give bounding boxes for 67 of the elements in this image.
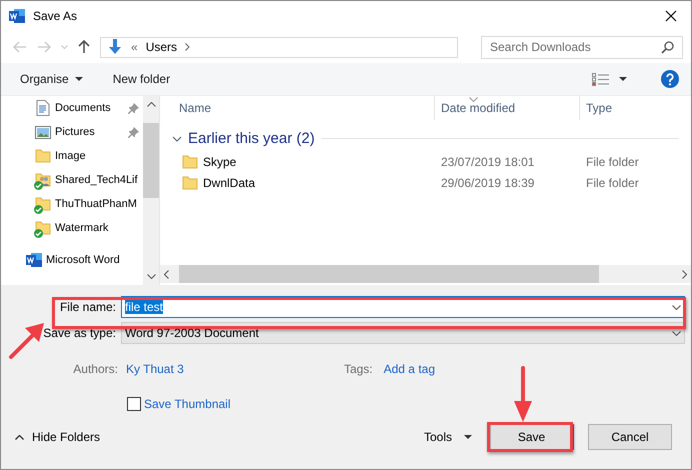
scrollbar-thumb[interactable] — [179, 265, 599, 283]
file-name-label: File name: — [58, 300, 117, 314]
authors-label: Authors: — [72, 362, 119, 376]
address-bar[interactable]: « Users — [100, 36, 458, 58]
up-arrow-icon[interactable] — [78, 40, 90, 54]
new-folder-button[interactable]: New folder — [108, 69, 176, 90]
window-title: Save As — [33, 9, 78, 24]
chevron-up-icon — [15, 434, 24, 440]
chevron-right-icon[interactable] — [682, 270, 687, 278]
chevron-down-icon[interactable] — [172, 134, 182, 144]
view-options-icon[interactable] — [592, 72, 609, 86]
date-modified: 29/06/2019 18:39 — [440, 176, 536, 190]
folder-icon — [182, 154, 198, 169]
chevron-right-icon[interactable] — [185, 43, 190, 52]
sidebar-item[interactable]: Microsoft Word — [1, 248, 143, 272]
file-type: File folder — [585, 176, 640, 190]
caret-icon[interactable] — [619, 77, 627, 82]
caret-icon — [74, 77, 83, 82]
cancel-button[interactable]: Cancel — [588, 424, 672, 450]
annotation-arrow — [513, 365, 533, 423]
hide-folders-button[interactable]: Hide Folders — [1, 430, 100, 444]
search-icon — [661, 40, 674, 54]
sidebar-item[interactable]: ThuThuatPhanM — [1, 192, 143, 216]
tags-label: Tags: — [344, 362, 373, 376]
chevron-down-icon[interactable] — [672, 330, 681, 336]
pin-icon[interactable] — [128, 126, 139, 138]
organise-button[interactable]: Organise — [15, 69, 88, 90]
download-arrow-icon — [107, 39, 123, 56]
sidebar-item[interactable]: Documents — [1, 96, 143, 120]
app-icon — [9, 8, 25, 24]
column-header[interactable]: Name — [179, 101, 212, 116]
sidebar-item[interactable]: Watermark — [1, 216, 143, 240]
column-header[interactable]: Type — [586, 101, 612, 116]
column-header[interactable]: Date modified — [441, 101, 516, 116]
chevron-up-icon[interactable] — [146, 102, 156, 108]
search-field[interactable]: Search Downloads — [481, 36, 683, 59]
vertical-scrollbar[interactable] — [143, 96, 159, 285]
file-name[interactable]: Skype — [203, 154, 236, 169]
caret-icon — [464, 435, 472, 439]
chevron-down-icon[interactable] — [146, 274, 156, 279]
document-icon — [36, 100, 50, 116]
breadcrumb-item[interactable]: Users — [146, 40, 178, 54]
breadcrumb-overflow[interactable]: « — [131, 40, 138, 54]
scrollbar-thumb[interactable] — [143, 123, 159, 198]
sidebar-item[interactable]: Pictures — [1, 120, 143, 144]
save-as-type-label: Save as type: — [42, 326, 117, 340]
sidebar-item[interactable]: Shared_Tech4Lif — [1, 168, 143, 192]
pin-icon[interactable] — [128, 102, 139, 114]
tools-button[interactable]: Tools — [420, 430, 476, 444]
chevron-left-icon[interactable] — [164, 270, 169, 278]
save-thumbnail-label[interactable]: Save Thumbnail — [144, 397, 230, 411]
chevron-down-icon[interactable] — [672, 304, 681, 310]
folder-icon — [182, 176, 198, 190]
picture-icon — [34, 126, 50, 139]
file-type: File folder — [585, 154, 640, 169]
date-modified: 23/07/2019 18:01 — [440, 154, 536, 169]
group-header[interactable]: Earlier this year (2) — [188, 130, 315, 148]
word-icon — [26, 252, 42, 268]
file-name[interactable]: DwnlData — [203, 176, 256, 190]
add-tag-link[interactable]: Add a tag — [384, 362, 435, 376]
horizontal-scrollbar[interactable] — [160, 265, 691, 283]
authors-link[interactable]: Ky Thuat 3 — [126, 362, 184, 376]
folder-icon — [34, 149, 50, 164]
sidebar-item[interactable]: Image — [1, 144, 143, 168]
help-icon[interactable] — [661, 70, 679, 88]
save-thumbnail-checkbox[interactable] — [127, 397, 141, 411]
close-icon[interactable] — [665, 10, 677, 22]
